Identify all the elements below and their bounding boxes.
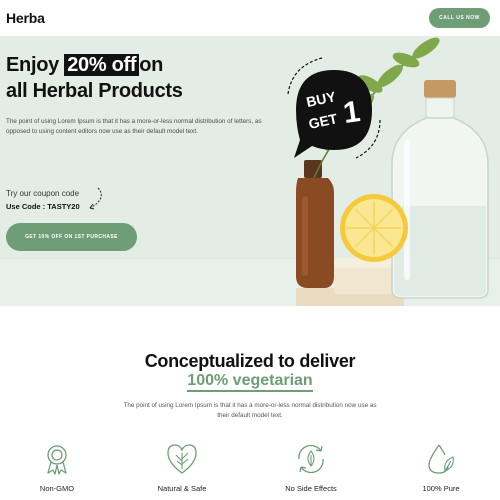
feature-pure: 100% Pure	[396, 441, 486, 493]
glass-bottle	[391, 80, 489, 299]
hero-headline: Enjoy 20% off on all Herbal Products	[6, 52, 183, 104]
feature-no-side-effects: No Side Effects	[266, 441, 356, 493]
amber-bottle	[296, 160, 334, 288]
get-discount-button[interactable]: GET 10% OFF ON 1ST PURCHASE	[6, 223, 137, 251]
headline-pre: Enjoy	[6, 54, 59, 76]
leaf-heart-icon	[167, 444, 197, 474]
feature-non-gmo: Non-GMO	[12, 441, 102, 493]
buy-get-badge: BUY GET 1	[287, 57, 381, 159]
lemon-slice	[340, 194, 408, 262]
coupon-label: Try our coupon code	[6, 189, 80, 198]
site-header: Herba CALL US NOW	[0, 0, 500, 36]
curved-arrow-icon	[89, 187, 102, 210]
section-accent: 100% vegetarian	[0, 372, 500, 392]
call-us-button[interactable]: CALL US NOW	[429, 8, 490, 28]
drop-leaf-icon	[428, 444, 454, 474]
coupon-code: Use Code : TASTY20	[6, 202, 80, 211]
feature-title: Non-GMO	[39, 484, 75, 493]
section-accent-text: 100% vegetarian	[187, 372, 313, 392]
headline-highlight: 20% off	[64, 54, 140, 76]
feature-natural-safe: Natural & Safe	[137, 441, 227, 493]
leaf-recycle-icon	[298, 444, 324, 474]
feature-title: 100% Pure	[422, 484, 460, 493]
features-row: Non-GMO Natural & Safe No Side Effects 1…	[0, 441, 500, 500]
headline-post: on	[139, 54, 164, 76]
section-title: Conceptualized to deliver	[144, 351, 356, 371]
brand-logo[interactable]: Herba	[6, 10, 45, 26]
section-description: The point of using Lorem Ipsum is that i…	[123, 402, 377, 419]
feature-title: Natural & Safe	[157, 484, 207, 493]
headline-line2: all Herbal Products	[6, 80, 183, 102]
award-badge-icon	[47, 445, 67, 475]
feature-title: No Side Effects	[285, 484, 337, 493]
hero-product-image: BUY GET 1	[287, 37, 489, 306]
